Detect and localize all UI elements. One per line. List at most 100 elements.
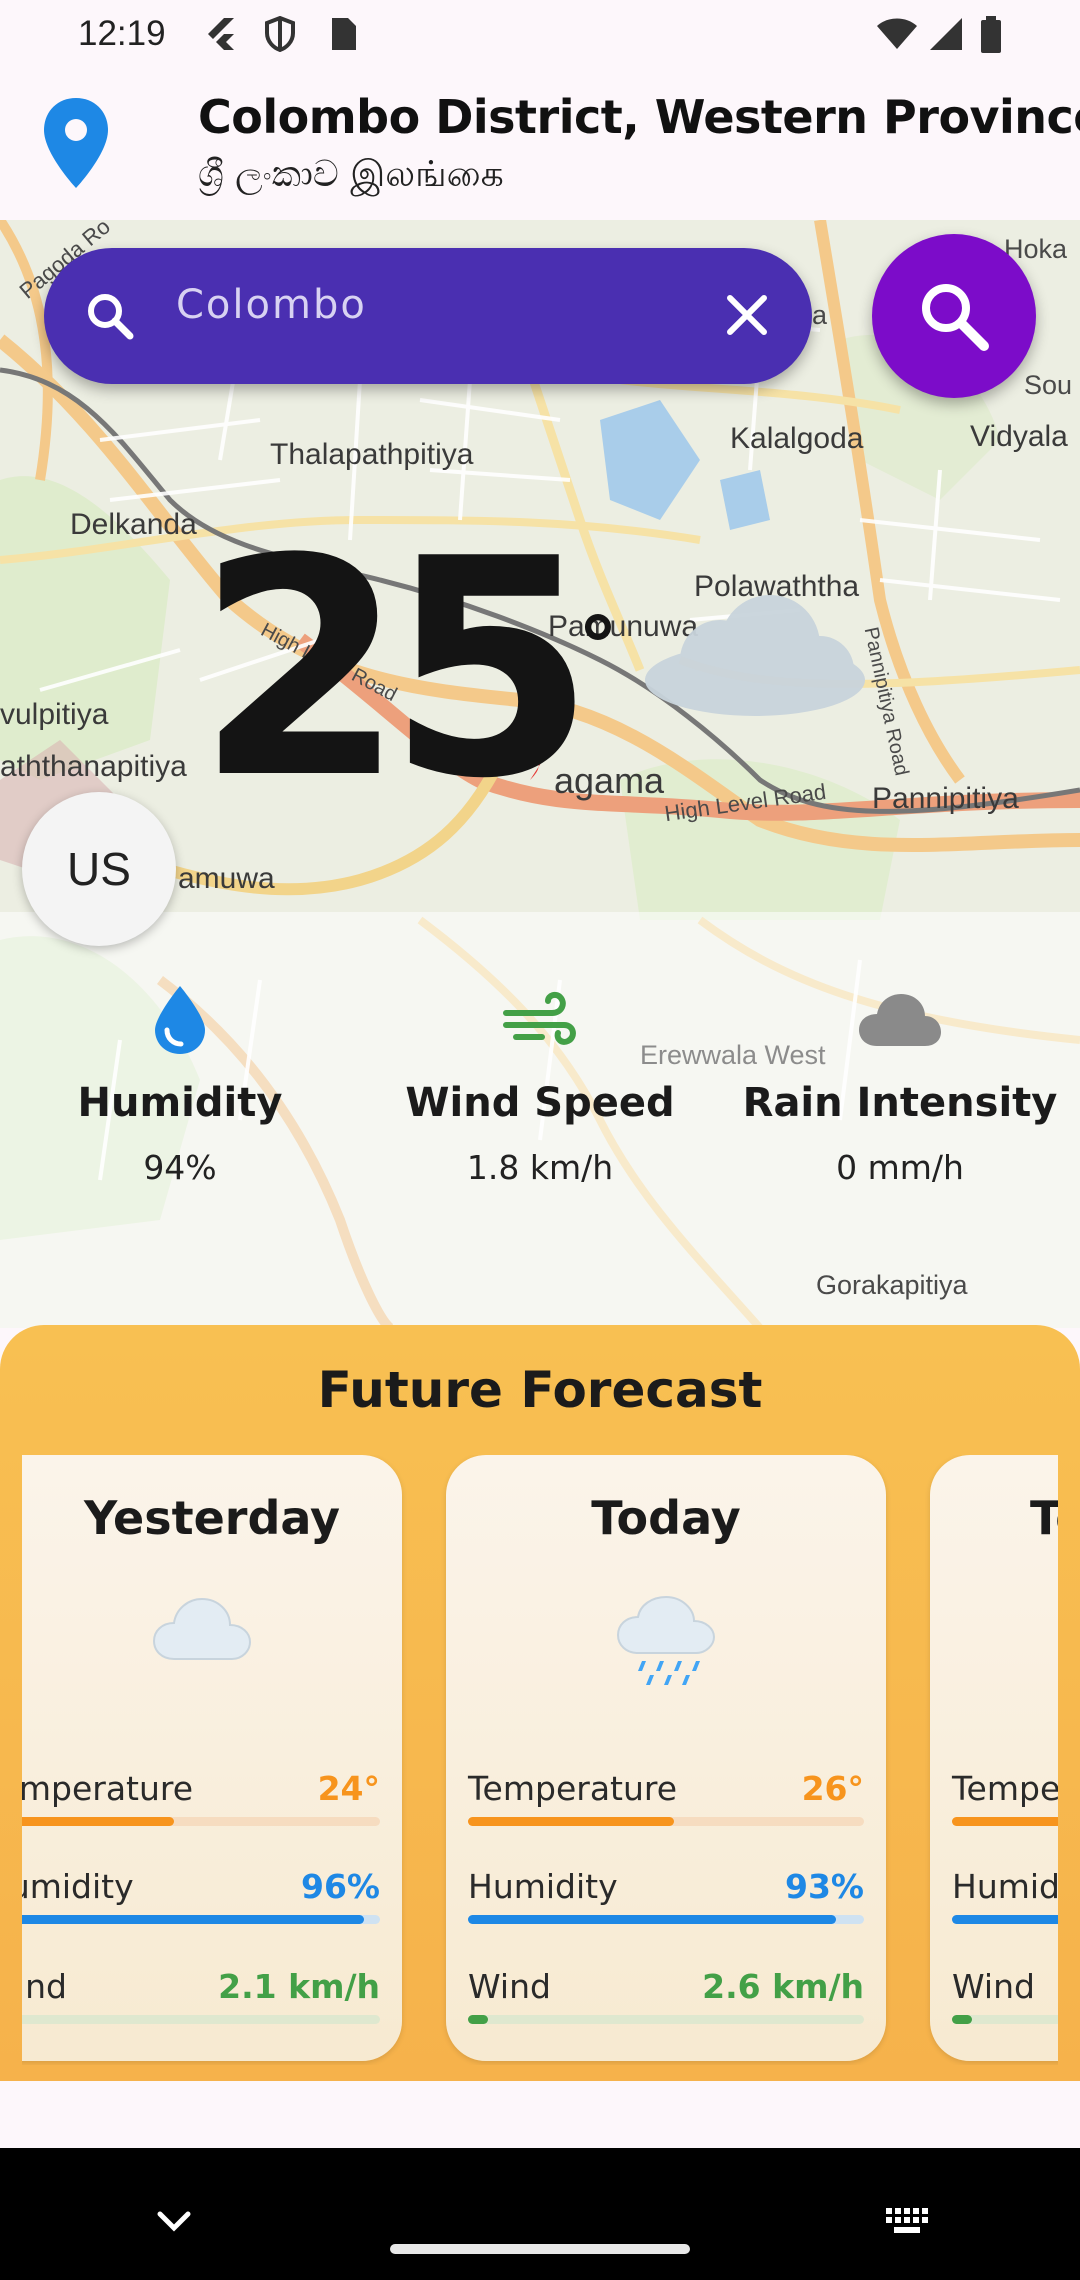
forecast-day: Today — [591, 1491, 741, 1545]
map-label: vulpitiya — [0, 698, 109, 731]
location-title: Colombo District, Western Province — [198, 90, 1080, 144]
search-bar[interactable]: Colombo — [44, 248, 812, 384]
location-header: Colombo District, Western Province ශ්‍රී… — [0, 70, 1080, 220]
progress-fill — [952, 1817, 1058, 1826]
progress-track — [952, 2015, 1058, 2024]
forecast-card-tomorrow[interactable]: Tomorrow Temperature Humidity Wind — [930, 1455, 1058, 2061]
forecast-day: Yesterday — [83, 1491, 341, 1545]
home-gesture-handle[interactable] — [390, 2244, 690, 2254]
forecast-card-yesterday[interactable]: Yesterday Temperature 24° Humidity 96% W… — [22, 1455, 402, 2061]
row-value: 2.6 km/h — [702, 1967, 864, 2006]
forecast-row-humidity: Humidity 93% — [468, 1867, 864, 1927]
degree-symbol: ° — [578, 600, 618, 693]
forecast-day: Tomorrow — [1030, 1491, 1058, 1545]
progress-track — [22, 1817, 380, 1826]
stat-label: Rain Intensity — [742, 1080, 1058, 1126]
forecast-row-temperature: Temperature 26° — [468, 1769, 864, 1829]
map-label: amuwa — [178, 862, 275, 895]
row-label: Humidity — [22, 1867, 134, 1906]
cloud-icon — [645, 595, 865, 716]
unit-toggle-label: US — [67, 843, 131, 895]
shield-icon — [265, 16, 295, 52]
map-label: Pannipitiya — [872, 782, 1019, 815]
stat-humidity: Humidity 94% — [0, 980, 360, 1187]
rain-cloud-icon — [616, 1595, 716, 1685]
progress-track — [468, 1817, 864, 1826]
progress-fill — [952, 1915, 1058, 1924]
forecast-row-wind: Wind — [952, 1967, 1058, 2027]
forecast-row-humidity: Humidity — [952, 1867, 1058, 1927]
battery-icon — [981, 16, 1001, 53]
map-label: Sou — [1024, 370, 1073, 400]
map-label: Delkanda — [70, 508, 197, 541]
water-drop-icon — [155, 986, 205, 1054]
progress-fill — [468, 1915, 837, 1924]
progress-fill — [22, 1915, 365, 1924]
bottom-spacer — [0, 2081, 1080, 2148]
row-label: Wind — [22, 1967, 67, 2006]
forecast-row-temperature: Temperature 24° — [22, 1769, 380, 1829]
forecast-card-today[interactable]: Today Temperature 26° Humidity 93% Wind — [446, 1455, 886, 2061]
row-value: 24° — [317, 1769, 380, 1808]
location-pin-icon[interactable] — [40, 96, 112, 192]
current-temperature: 25 — [196, 495, 596, 844]
search-button[interactable] — [872, 234, 1036, 398]
row-value: 26° — [801, 1769, 864, 1808]
signal-icon — [930, 18, 962, 50]
progress-fill — [952, 2015, 972, 2024]
cloud-icon — [152, 1597, 252, 1660]
row-label: Temperature — [22, 1769, 194, 1808]
unit-toggle-button[interactable]: US — [22, 792, 176, 946]
stat-label: Humidity — [77, 1080, 283, 1126]
progress-fill — [468, 1817, 674, 1826]
stat-value: 1.8 km/h — [466, 1148, 614, 1187]
row-label: Humidity — [468, 1867, 618, 1906]
map-label: Gorakapitiya — [816, 1270, 968, 1300]
map-label: Vidyala — [970, 420, 1068, 453]
keyboard-icon[interactable] — [884, 2206, 930, 2236]
row-value: 96% — [301, 1867, 380, 1906]
stat-value: 94% — [143, 1148, 217, 1187]
system-nav-bar — [0, 2148, 1080, 2280]
forecast-carousel[interactable]: Yesterday Temperature 24° Humidity 96% W… — [22, 1455, 1058, 2065]
row-label: Wind — [468, 1967, 551, 2006]
status-bar: 12:19 — [0, 0, 1080, 70]
close-icon[interactable] — [720, 288, 774, 342]
forecast-row-wind: Wind 2.1 km/h — [22, 1967, 380, 2027]
stat-rain-intensity: Rain Intensity 0 mm/h — [720, 980, 1080, 1187]
progress-track — [468, 1915, 864, 1924]
stat-value: 0 mm/h — [836, 1148, 964, 1187]
cloud-icon — [859, 994, 941, 1046]
wind-icon — [503, 991, 576, 1045]
search-input[interactable]: Colombo — [176, 282, 367, 328]
row-value: 2.1 km/h — [218, 1967, 380, 2006]
status-time: 12:19 — [78, 14, 166, 53]
progress-track — [22, 2015, 380, 2024]
progress-track — [22, 1915, 380, 1924]
progress-fill — [468, 2015, 488, 2024]
map-label: a — [812, 300, 828, 330]
row-label: Temperature — [468, 1769, 678, 1808]
search-icon — [922, 284, 989, 351]
forecast-row-humidity: Humidity 96% — [22, 1867, 380, 1927]
map-label: aththanapitiya — [0, 750, 187, 783]
progress-track — [952, 1915, 1058, 1924]
wifi-icon — [877, 18, 917, 49]
forecast-row-temperature: Temperature — [952, 1769, 1058, 1829]
map-label: Thalapathpitiya — [270, 438, 474, 471]
progress-fill — [22, 1817, 175, 1826]
forecast-title: Future Forecast — [317, 1361, 763, 1419]
forecast-panel: Future Forecast Yesterday Temperature 24… — [0, 1325, 1080, 2081]
forecast-row-wind: Wind 2.6 km/h — [468, 1967, 864, 2027]
sim-card-icon — [332, 18, 356, 50]
map-label: Kalalgoda — [730, 422, 864, 455]
chevron-down-icon[interactable] — [154, 2208, 194, 2234]
progress-track — [468, 2015, 864, 2024]
search-icon — [88, 294, 134, 340]
location-subtitle: ශ්‍රී ලංකාව இலங்கை — [198, 154, 504, 195]
row-value: 93% — [785, 1867, 864, 1906]
flutter-icon — [208, 18, 234, 50]
row-label: Wind — [952, 1967, 1035, 2006]
progress-track — [952, 1817, 1058, 1826]
row-label: Humidity — [952, 1867, 1058, 1906]
